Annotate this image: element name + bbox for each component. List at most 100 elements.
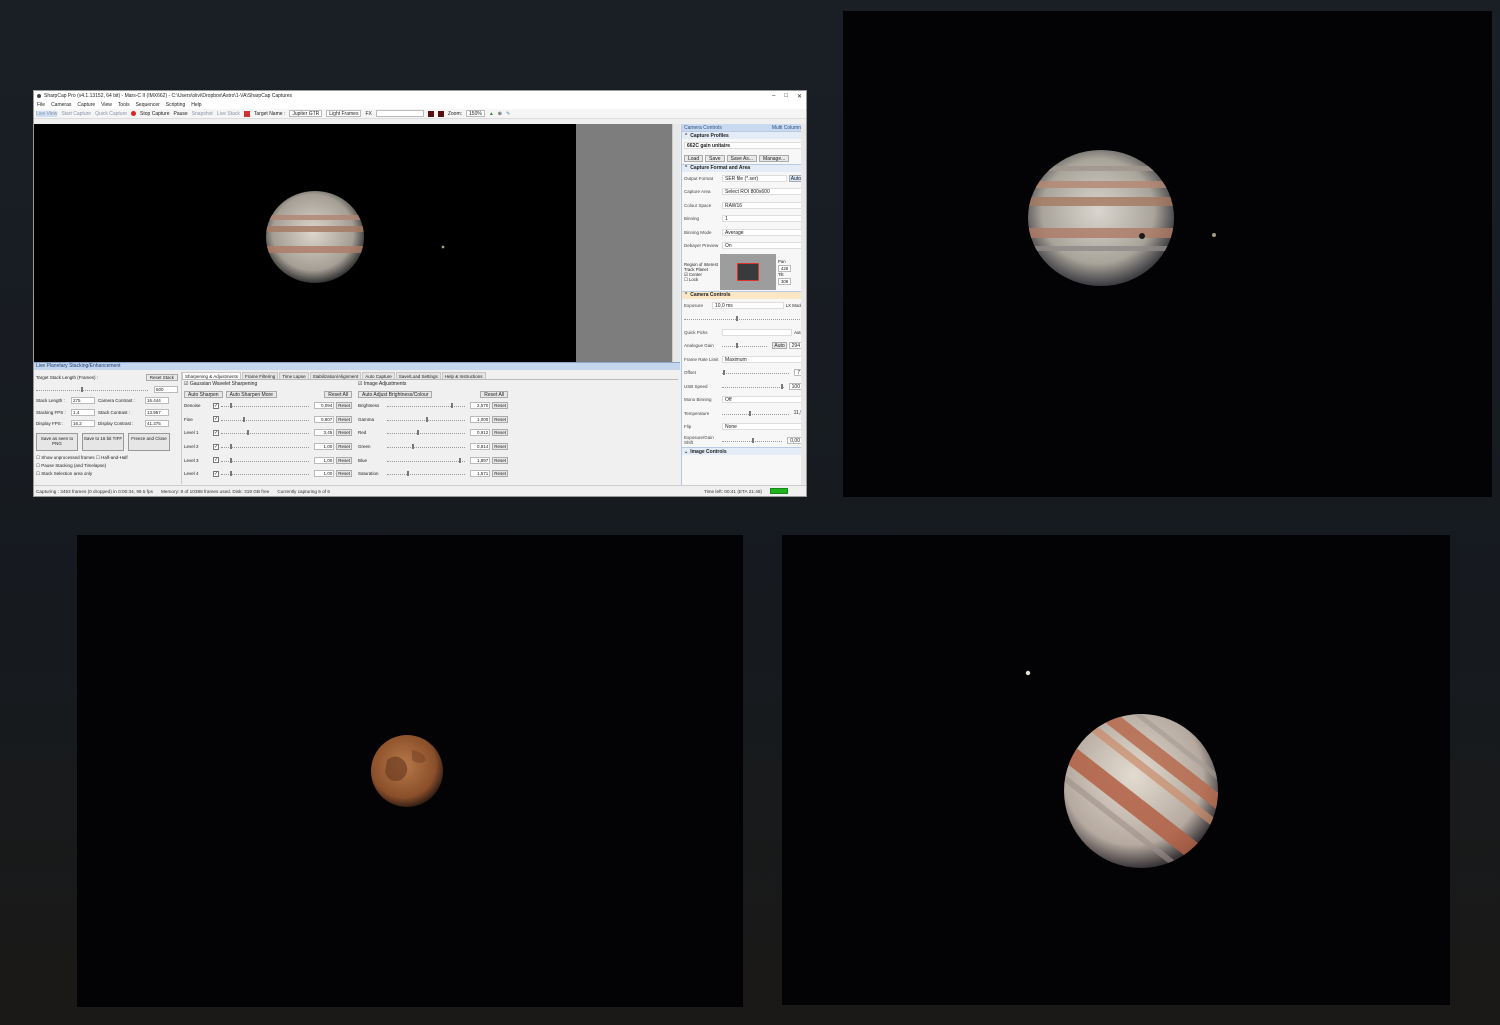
menu-file[interactable]: File [37,102,45,108]
lock-checkbox[interactable]: Lock [689,277,698,282]
wavelet-value-field[interactable]: 1,00 [314,456,335,464]
zoom-select[interactable]: 150% [466,110,485,117]
adjust-value-field[interactable]: 0,814 [470,443,491,451]
live-view-button[interactable]: Live View [36,110,58,117]
preview-scrollbar[interactable] [672,124,680,362]
tab-stabilization[interactable]: Stabilization/Alignment [309,372,362,379]
profile-load-button[interactable]: Load [684,154,704,162]
stack-selection-checkbox[interactable]: Stack Selection area only [41,471,92,476]
live-stack-button[interactable]: Live Stack [217,111,240,117]
reset-stack-button[interactable]: Reset Stack [145,374,178,382]
wavelet-reset-button[interactable]: Reset [336,470,352,478]
tab-help[interactable]: Help & Instructions [441,372,486,379]
quick-capture-button[interactable]: Quick Capture [95,111,127,117]
pause-stacking-checkbox[interactable]: Pause Stacking (and Timelapse) [41,463,106,468]
wavelet-slider[interactable] [221,457,310,463]
auto-sharpen-more-button[interactable]: Auto Sharpen More [225,390,277,398]
frame-rate-select[interactable]: Maximum [722,355,803,363]
menu-help[interactable]: Help [191,102,201,108]
wavelet-slider[interactable] [221,444,310,450]
capture-area-select[interactable]: Select ROI 800x600 [722,188,803,196]
wavelet-level-checkbox[interactable]: ✓ [213,457,219,464]
adjust-reset-button[interactable]: Reset [492,402,508,410]
wavelet-value-field[interactable]: 0,094 [314,402,335,410]
controls-scrollbar[interactable] [801,124,806,486]
binning-select[interactable]: 1 [722,215,803,223]
menu-capture[interactable]: Capture [77,102,95,108]
binning-mode-select[interactable]: Average [722,228,803,236]
show-unprocessed-checkbox[interactable]: Show unprocessed frames [41,455,94,460]
adjust-reset-button[interactable]: Reset [492,470,508,478]
frame-type-select[interactable]: Light Frames [326,110,362,117]
fx-select[interactable] [375,110,424,117]
camera-controls-section[interactable]: ⌃ Camera Controls [682,290,803,299]
histogram-swatch-2[interactable] [437,110,444,117]
start-capture-button[interactable]: Start Capture [61,111,91,117]
adjust-reset-button[interactable]: Reset [492,443,508,451]
image-controls-section[interactable]: ⌄ Image Controls [682,447,803,455]
menu-sequencer[interactable]: Sequencer [136,102,160,108]
stop-capture-button[interactable]: Stop Capture [140,111,169,117]
menu-scripting[interactable]: Scripting [166,102,185,108]
colour-space-select[interactable]: RAW16 [722,201,803,209]
capture-profiles-section[interactable]: ⌃ Capture Profiles [682,131,803,139]
maximize-icon[interactable]: □ [784,93,788,100]
tab-sharpening[interactable]: Sharpening & Adjustments [182,372,242,379]
minimize-icon[interactable]: – [772,93,775,100]
wavelet-level-checkbox[interactable]: ✓ [213,402,219,409]
wavelet-level-checkbox[interactable]: ✓ [213,443,219,450]
wavelet-reset-all-button[interactable]: Reset All [324,390,352,398]
wavelet-value-field[interactable]: 1,00 [314,470,335,478]
adjust-reset-button[interactable]: Reset [492,415,508,423]
offset-slider[interactable] [722,370,790,376]
analogue-gain-slider[interactable] [722,343,768,349]
tab-auto-capture[interactable]: Auto Capture [362,372,395,379]
save-png-button[interactable]: Save as seen to PNG [36,432,78,451]
pan-field[interactable]: 428 [778,264,792,272]
freeze-close-button[interactable]: Freeze and Close [128,432,170,451]
wavelet-level-checkbox[interactable]: ✓ [213,470,219,477]
menu-cameras[interactable]: Cameras [51,102,71,108]
wavelet-slider[interactable] [221,403,310,409]
record-swatch[interactable] [243,110,250,117]
wavelet-reset-button[interactable]: Reset [336,402,352,410]
adjust-value-field[interactable]: 2,570 [470,402,491,410]
auto-adjust-button[interactable]: Auto Adjust Brightness/Colour [358,390,433,398]
adjust-slider[interactable] [387,403,466,409]
wavelet-reset-button[interactable]: Reset [336,415,352,423]
profile-manage-button[interactable]: Manage... [759,154,790,162]
image-adjustments-checkbox[interactable]: Image Adjustments [364,381,407,387]
pause-button[interactable]: Pause [174,111,188,117]
wavelet-reset-button[interactable]: Reset [336,443,352,451]
live-preview[interactable] [34,124,576,362]
wavelet-value-field[interactable]: 3,45 [314,429,335,437]
target-stack-field[interactable]: 600 [154,385,178,393]
adjust-reset-button[interactable]: Reset [492,456,508,464]
gain-auto[interactable]: Auto [772,342,787,350]
exposure-field[interactable]: 10,0 ms [712,301,784,309]
output-format-select[interactable]: SER file (*.ser) [722,174,787,182]
adjust-value-field[interactable]: 1,897 [470,456,491,464]
histogram-icon[interactable]: ▲ [489,111,494,117]
adjust-reset-button[interactable]: Reset [492,429,508,437]
zoom-icon[interactable]: ⊕ [498,111,502,117]
adjust-value-field[interactable]: 0,912 [470,429,491,437]
adjust-reset-all-button[interactable]: Reset All [480,390,508,398]
wavelet-reset-button[interactable]: Reset [336,456,352,464]
quick-picks-select[interactable] [722,328,793,336]
histogram-swatch-1[interactable] [427,110,434,117]
pin-icon[interactable]: ✎ [506,111,510,117]
usb-speed-slider[interactable] [722,383,784,389]
wavelet-slider[interactable] [221,416,310,422]
menu-view[interactable]: View [101,102,112,108]
wavelet-value-field[interactable]: 0,807 [314,415,335,423]
wavelet-level-checkbox[interactable]: ✓ [213,429,219,436]
adjust-slider[interactable] [387,416,466,422]
tab-time-lapse[interactable]: Time Lapse [279,372,309,379]
exposure-slider[interactable] [684,316,800,322]
adjust-slider[interactable] [387,430,466,436]
target-name-select[interactable]: Jupiter GTR [289,110,323,117]
close-icon[interactable]: ✕ [797,93,802,100]
wavelet-reset-button[interactable]: Reset [336,429,352,437]
wavelet-checkbox[interactable]: Gaussian Wavelet Sharpening [190,381,257,387]
